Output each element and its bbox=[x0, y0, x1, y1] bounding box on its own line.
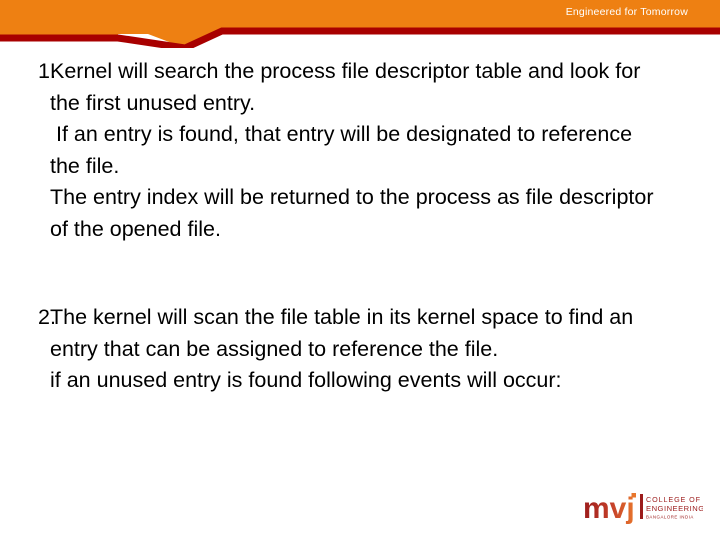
paragraph: if an unused entry is found following ev… bbox=[50, 368, 562, 392]
list-marker: 1. bbox=[38, 59, 56, 83]
list-item-body: Kernel will search the process file desc… bbox=[50, 56, 684, 245]
mvj-college-logo: mvj COLLEGE OF ENGINEERING BANGALORE IND… bbox=[583, 488, 703, 534]
logo-wordmark-mvj: mvj bbox=[583, 492, 635, 525]
logo-line-location: BANGALORE INDIA bbox=[646, 515, 694, 520]
list-marker: 2. bbox=[38, 305, 56, 329]
logo-divider-bar bbox=[640, 494, 643, 519]
paragraph: The kernel will scan the file table in i… bbox=[50, 305, 640, 361]
paragraph: Kernel will search the process file desc… bbox=[50, 59, 647, 115]
slide-header: Engineered for Tomorrow bbox=[0, 0, 720, 48]
list-item-body: The kernel will scan the file table in i… bbox=[50, 302, 684, 397]
logo-line-engineering: ENGINEERING bbox=[646, 504, 703, 513]
logo-artwork: mvj COLLEGE OF ENGINEERING BANGALORE IND… bbox=[583, 492, 703, 525]
logo-line-college: COLLEGE OF bbox=[646, 495, 701, 504]
list-item: 2. The kernel will scan the file table i… bbox=[0, 302, 720, 397]
logo-j-dot bbox=[631, 493, 636, 498]
header-tagline: Engineered for Tomorrow bbox=[565, 6, 688, 18]
list-item: 1. Kernel will search the process file d… bbox=[0, 56, 720, 245]
paragraph: If an entry is found, that entry will be… bbox=[50, 122, 639, 178]
slide: Engineered for Tomorrow 1. Kernel will s… bbox=[0, 0, 720, 540]
paragraph: The entry index will be returned to the … bbox=[50, 185, 660, 241]
slide-body: 1. Kernel will search the process file d… bbox=[0, 56, 720, 397]
